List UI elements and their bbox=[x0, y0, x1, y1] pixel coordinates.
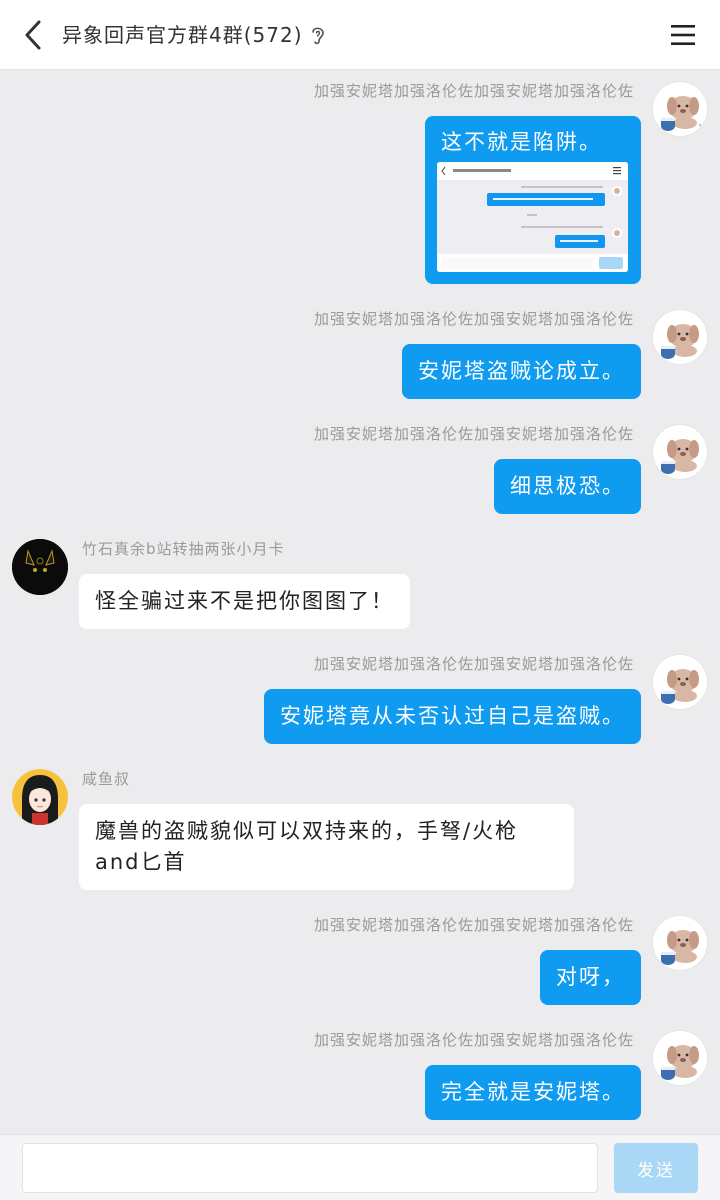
ear-icon bbox=[309, 24, 327, 46]
avatar-dog[interactable] bbox=[652, 915, 708, 971]
message-text: 细思极恐。 bbox=[510, 474, 625, 498]
message-text: 这不就是陷阱。 bbox=[441, 130, 602, 154]
sender-name: 加强安妮塔加强洛伦佐加强安妮塔加强洛伦佐 bbox=[313, 1031, 634, 1049]
avatar-dog[interactable] bbox=[652, 81, 708, 137]
back-button[interactable] bbox=[18, 18, 48, 52]
message-input[interactable] bbox=[22, 1143, 598, 1193]
screenshot-thumbnail-graphic bbox=[437, 162, 628, 272]
dog-avatar-icon bbox=[661, 96, 702, 131]
hamburger-menu-icon bbox=[671, 25, 695, 45]
message-text: 怪全骗过来不是把你图图了！ bbox=[95, 589, 394, 613]
dog-avatar-icon bbox=[661, 324, 699, 359]
send-button[interactable]: 发送 bbox=[614, 1143, 698, 1193]
sender-name: 加强安妮塔加强洛伦佐加强安妮塔加强洛伦佐 bbox=[313, 82, 634, 100]
avatar-dog[interactable] bbox=[652, 309, 708, 365]
sender-name: 加强安妮塔加强洛伦佐加强安妮塔加强洛伦佐 bbox=[313, 310, 634, 328]
chevron-left-icon bbox=[25, 20, 41, 50]
input-bar: 发送 bbox=[0, 1134, 720, 1200]
message-bubble[interactable]: 魔兽的盗贼貌似可以双持来的，手弩/火枪and匕首 bbox=[79, 804, 574, 890]
message-bubble[interactable]: 细思极恐。 bbox=[494, 459, 641, 514]
dog-avatar-icon bbox=[661, 439, 699, 474]
screenshot-image[interactable] bbox=[437, 162, 628, 272]
avatar-girl[interactable] bbox=[12, 769, 68, 825]
sender-name: 竹石真余b站转抽两张小月卡 bbox=[82, 540, 285, 558]
sender-name: 加强安妮塔加强洛伦佐加强安妮塔加强洛伦佐 bbox=[313, 655, 634, 673]
umbreon-avatar-icon bbox=[12, 539, 68, 595]
avatar-dog[interactable] bbox=[652, 654, 708, 710]
avatar-dog[interactable] bbox=[652, 424, 708, 480]
message-bubble[interactable]: 完全就是安妮塔。 bbox=[425, 1065, 641, 1120]
girl-avatar-icon bbox=[12, 769, 68, 825]
menu-button[interactable] bbox=[670, 22, 696, 48]
message-text: 安妮塔盗贼论成立。 bbox=[418, 359, 625, 383]
message-bubble-image[interactable]: 这不就是陷阱。 bbox=[425, 116, 641, 284]
chat-message-list[interactable]: 加强安妮塔加强洛伦佐加强安妮塔加强洛伦佐 这不就是陷阱。 加强安妮塔加强洛伦佐加… bbox=[0, 70, 720, 1134]
dog-avatar-icon bbox=[661, 930, 699, 965]
message-bubble[interactable]: 安妮塔竟从未否认过自己是盗贼。 bbox=[264, 689, 641, 744]
dog-avatar-icon bbox=[661, 1045, 699, 1080]
chat-title: 异象回声官方群4群(572) bbox=[62, 23, 303, 47]
message-text: 安妮塔竟从未否认过自己是盗贼。 bbox=[280, 704, 625, 728]
dog-avatar-icon bbox=[661, 669, 699, 704]
message-text: 完全就是安妮塔。 bbox=[441, 1080, 625, 1104]
message-text: 魔兽的盗贼貌似可以双持来的，手弩/火枪and匕首 bbox=[95, 819, 519, 874]
message-bubble[interactable]: 对呀， bbox=[540, 950, 641, 1005]
sender-name: 咸鱼叔 bbox=[82, 770, 131, 788]
sender-name: 加强安妮塔加强洛伦佐加强安妮塔加强洛伦佐 bbox=[313, 425, 634, 443]
avatar-umbreon[interactable] bbox=[12, 539, 68, 595]
message-bubble[interactable]: 安妮塔盗贼论成立。 bbox=[402, 344, 641, 399]
top-bar: 异象回声官方群4群(572) bbox=[0, 0, 720, 70]
message-bubble[interactable]: 怪全骗过来不是把你图图了！ bbox=[79, 574, 410, 629]
sender-name: 加强安妮塔加强洛伦佐加强安妮塔加强洛伦佐 bbox=[313, 916, 634, 934]
chat-title-wrap: 异象回声官方群4群(572) bbox=[62, 20, 327, 50]
message-text: 对呀， bbox=[556, 965, 625, 989]
avatar-dog[interactable] bbox=[652, 1030, 708, 1086]
